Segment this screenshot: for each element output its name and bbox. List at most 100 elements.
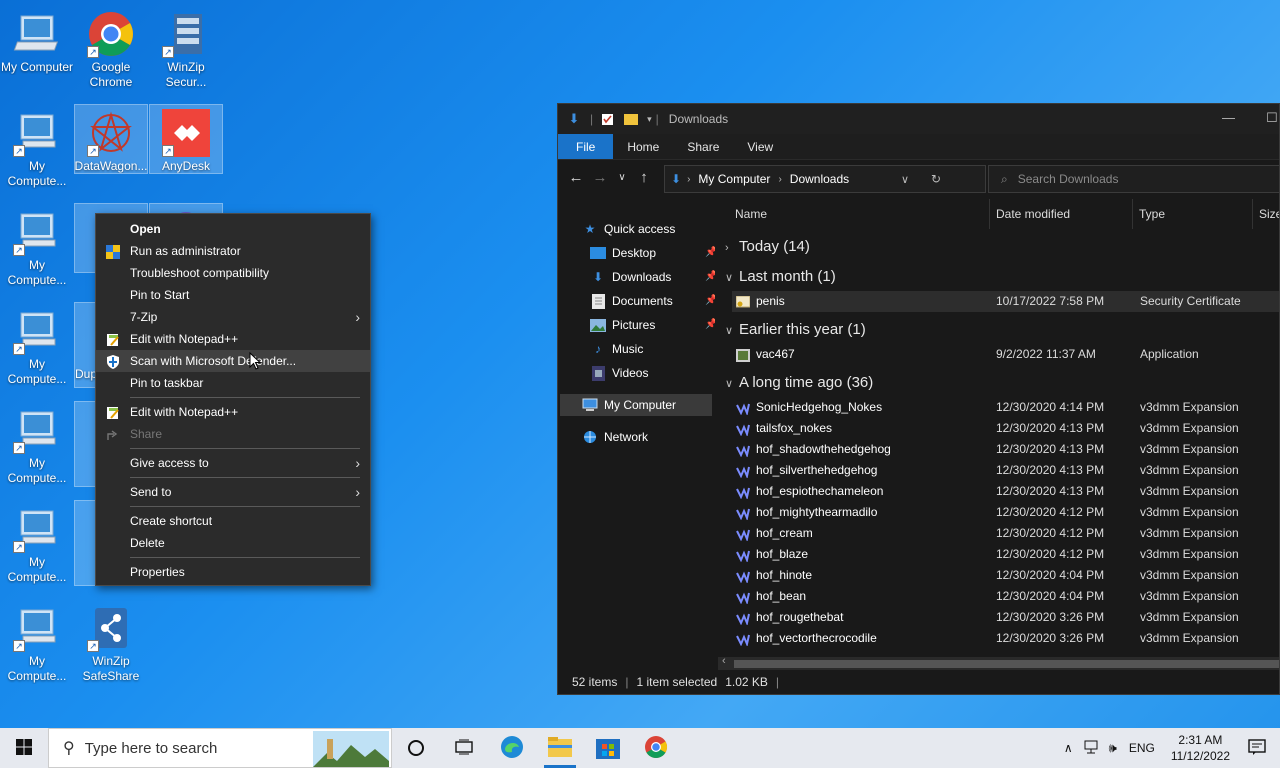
file-row[interactable]: hof_silverthehedgehog 12/30/2020 4:13 PM v… bbox=[732, 460, 1279, 481]
desktop-icon-my-computer[interactable]: My Computer bbox=[1, 6, 73, 102]
menu-item-edit-with-notepadpp[interactable]: Edit with Notepad++ bbox=[96, 401, 370, 423]
scrollbar-thumb[interactable] bbox=[734, 660, 1279, 668]
file-row[interactable]: vac467 9/2/2022 11:37 AM Application bbox=[732, 344, 1279, 365]
network-icon bbox=[582, 429, 598, 445]
tab-view[interactable]: View bbox=[733, 134, 787, 159]
file-row[interactable]: hof_rougethebat 12/30/2020 3:26 PM v3dmm E… bbox=[732, 607, 1279, 628]
address-bar[interactable]: ⬇ › My Computer › Downloads ∨ ↻ bbox=[664, 165, 986, 193]
menu-item-properties[interactable]: Properties bbox=[96, 561, 370, 583]
nav-music[interactable]: ♪ Music bbox=[590, 338, 643, 360]
desktop-icon-partial[interactable]: Wi bbox=[74, 500, 98, 586]
nav-quick-access[interactable]: ★ Quick access bbox=[582, 218, 676, 240]
group-header-last-month[interactable]: ∨ Last month (1) bbox=[725, 265, 836, 289]
group-header-earlier-this-year[interactable]: ∨ Earlier this year (1) bbox=[725, 318, 866, 342]
desktop-icon-google-chrome[interactable]: ↗ Google Chrome bbox=[75, 6, 147, 102]
menu-item-give-access-to[interactable]: Give access to › bbox=[96, 452, 370, 474]
menu-item-pin-to-start[interactable]: Pin to Start bbox=[96, 284, 370, 306]
language-indicator[interactable]: ENG bbox=[1129, 741, 1155, 755]
nav-pictures[interactable]: Pictures 📌 bbox=[590, 314, 717, 336]
taskbar-edge[interactable] bbox=[488, 728, 536, 768]
notifications-icon[interactable] bbox=[1248, 738, 1266, 758]
file-type: v3dmm Expansion bbox=[1140, 526, 1239, 540]
nav-documents[interactable]: Documents 📌 bbox=[590, 290, 717, 312]
file-row[interactable]: hof_bean 12/30/2020 4:04 PM v3dmm Expansio… bbox=[732, 586, 1279, 607]
volume-icon[interactable]: 🕪 bbox=[1109, 740, 1117, 756]
refresh-icon[interactable]: ↻ bbox=[931, 172, 941, 186]
desktop-icon-partial[interactable]: In bbox=[74, 401, 98, 487]
group-header-a-long-time-ago[interactable]: ∨ A long time ago (36) bbox=[725, 371, 873, 395]
desktop-icon-partial[interactable]: Dup bbox=[74, 302, 98, 388]
column-header-type[interactable]: Type bbox=[1133, 199, 1253, 229]
menu-item-run-as-administrator[interactable]: Run as administrator bbox=[96, 240, 370, 262]
desktop-icon-anydesk[interactable]: ↗ AnyDesk bbox=[149, 104, 223, 174]
desktop-icon-label: DataWagon... bbox=[74, 159, 148, 173]
properties-icon[interactable] bbox=[599, 111, 615, 127]
recent-locations-icon[interactable]: ∨ bbox=[612, 172, 632, 183]
taskbar-store[interactable] bbox=[584, 728, 632, 768]
menu-item-troubleshoot-compatibility[interactable]: Troubleshoot compatibility bbox=[96, 262, 370, 284]
menu-item-create-shortcut[interactable]: Create shortcut bbox=[96, 510, 370, 532]
file-row[interactable]: penis 10/17/2022 7:58 PM Security Certif… bbox=[732, 291, 1279, 312]
nav-desktop[interactable]: Desktop 📌 bbox=[590, 242, 717, 264]
breadcrumb-my-computer[interactable]: My Computer bbox=[698, 172, 770, 186]
menu-item-scan-with-defender[interactable]: Scan with Microsoft Defender... bbox=[96, 350, 370, 372]
desktop-icon-my-computer[interactable]: ↗ My Compute... bbox=[1, 402, 73, 498]
start-button[interactable] bbox=[0, 728, 48, 768]
clock[interactable]: 2:31 AM 11/12/2022 bbox=[1171, 732, 1230, 764]
nav-network[interactable]: Network bbox=[582, 426, 648, 448]
desktop-icon-winzip-secure[interactable]: ↗ WinZip Secur... bbox=[150, 6, 222, 102]
new-folder-icon[interactable] bbox=[623, 111, 639, 127]
search-input[interactable]: ⌕ Search Downloads bbox=[988, 165, 1279, 193]
horizontal-scrollbar[interactable]: ‹ bbox=[718, 655, 1279, 671]
taskbar-search-box[interactable]: ⚲ Type here to search bbox=[48, 728, 392, 768]
nav-my-computer[interactable]: My Computer bbox=[560, 394, 712, 416]
chevron-down-icon[interactable]: ∨ bbox=[901, 173, 909, 186]
desktop-icon-my-computer[interactable]: ↗ My Compute... bbox=[1, 501, 73, 597]
file-row[interactable]: hof_espiothechameleon 12/30/2020 4:13 PM v… bbox=[732, 481, 1279, 502]
task-view-button[interactable] bbox=[440, 728, 488, 768]
breadcrumb-downloads[interactable]: Downloads bbox=[790, 172, 849, 186]
desktop-icon-datawagon[interactable]: ↗ DataWagon... bbox=[74, 104, 148, 174]
file-row[interactable]: hof_cream 12/30/2020 4:12 PM v3dmm Expansi… bbox=[732, 523, 1279, 544]
nav-downloads[interactable]: ⬇ Downloads 📌 bbox=[590, 266, 717, 288]
taskbar-file-explorer[interactable] bbox=[536, 728, 584, 768]
tab-home[interactable]: Home bbox=[613, 134, 673, 159]
file-row[interactable]: hof_vectorthecrocodile 12/30/2020 3:26 PM… bbox=[732, 628, 1279, 649]
desktop-icon-my-computer[interactable]: ↗ My Compute... bbox=[1, 303, 73, 399]
desktop-icon-my-computer[interactable]: ↗ My Compute... bbox=[1, 600, 73, 696]
column-header-date-modified[interactable]: Date modified bbox=[990, 199, 1133, 229]
menu-item-open[interactable]: Open bbox=[96, 218, 370, 240]
menu-item-7zip[interactable]: 7-Zip › bbox=[96, 306, 370, 328]
cortana-button[interactable] bbox=[392, 728, 440, 768]
network-icon[interactable] bbox=[1083, 740, 1099, 757]
minimize-icon[interactable]: — bbox=[1222, 110, 1235, 125]
file-row[interactable]: hof_hinote 12/30/2020 4:04 PM v3dmm Expans… bbox=[732, 565, 1279, 586]
column-header-name[interactable]: Name bbox=[715, 199, 990, 229]
menu-item-edit-with-notepadpp[interactable]: Edit with Notepad++ bbox=[96, 328, 370, 350]
menu-item-share[interactable]: Share bbox=[96, 423, 370, 445]
group-header-today[interactable]: › Today (14) bbox=[725, 235, 810, 259]
desktop-icon-my-computer[interactable]: ↗ My Compute... bbox=[1, 105, 73, 201]
desktop-icon-winzip-safeshare[interactable]: ↗ WinZip SafeShare bbox=[75, 600, 147, 696]
desktop-icon-my-computer[interactable]: ↗ My Compute... bbox=[1, 204, 73, 300]
nav-videos[interactable]: Videos bbox=[590, 362, 648, 384]
column-header-size[interactable]: Size bbox=[1253, 199, 1279, 229]
back-arrow-icon[interactable]: ← bbox=[564, 169, 588, 186]
file-row[interactable]: hof_shadowthehedgehog 12/30/2020 4:13 PM v… bbox=[732, 439, 1279, 460]
chevron-up-icon[interactable]: ∧ bbox=[1064, 741, 1073, 755]
up-arrow-icon[interactable]: ↑ bbox=[632, 169, 656, 186]
tab-share[interactable]: Share bbox=[673, 134, 733, 159]
menu-item-delete[interactable]: Delete bbox=[96, 532, 370, 554]
taskbar-chrome[interactable] bbox=[632, 728, 680, 768]
file-row[interactable]: SonicHedgehog_Nokes 12/30/2020 4:14 PM v3d… bbox=[732, 397, 1279, 418]
menu-item-send-to[interactable]: Send to › bbox=[96, 481, 370, 503]
customize-quick-access-icon[interactable]: ▾ bbox=[647, 114, 652, 125]
menu-item-pin-to-taskbar[interactable]: Pin to taskbar bbox=[96, 372, 370, 394]
tab-file[interactable]: File bbox=[558, 134, 614, 159]
file-row[interactable]: tailsfox_nokes 12/30/2020 4:13 PM v3dmm Ex… bbox=[732, 418, 1279, 439]
file-row[interactable]: hof_mightythearmadilo 12/30/2020 4:12 PM v… bbox=[732, 502, 1279, 523]
file-row[interactable]: hof_blaze 12/30/2020 4:12 PM v3dmm Expansi… bbox=[732, 544, 1279, 565]
maximize-icon[interactable]: ☐ bbox=[1266, 110, 1278, 126]
scroll-left-icon[interactable]: ‹ bbox=[722, 655, 726, 667]
forward-arrow-icon[interactable]: → bbox=[588, 169, 612, 186]
